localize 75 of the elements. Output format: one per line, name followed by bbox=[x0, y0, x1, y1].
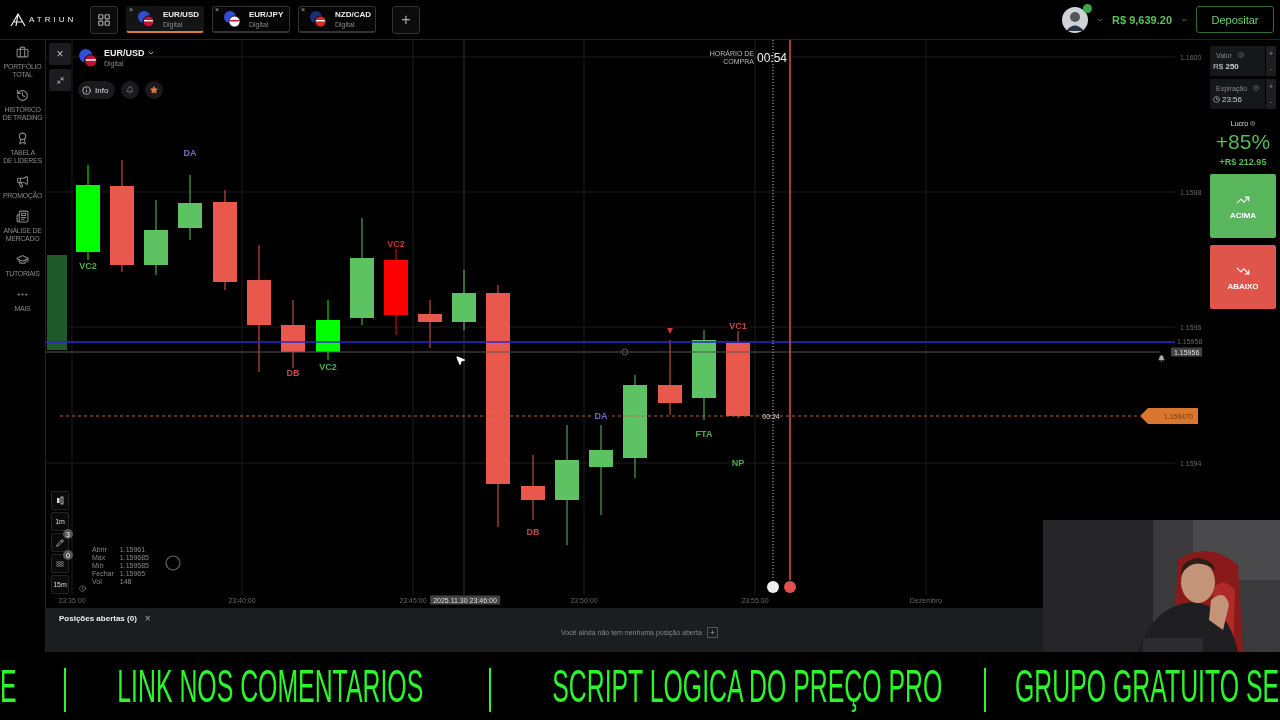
expiry-icon[interactable] bbox=[784, 581, 796, 593]
bell-icon bbox=[126, 86, 135, 94]
annotation-label: VC2 bbox=[318, 362, 338, 372]
wave-icon bbox=[56, 559, 64, 568]
tab-pair: NZD/CAD bbox=[335, 10, 371, 19]
help-icon[interactable] bbox=[1237, 52, 1244, 58]
candle-icon bbox=[56, 496, 64, 505]
loading-icon bbox=[165, 555, 181, 571]
medal-icon[interactable] bbox=[16, 132, 29, 145]
verified-icon bbox=[1083, 3, 1093, 13]
flag-icon bbox=[309, 10, 327, 28]
annotation-label: DB bbox=[285, 368, 301, 378]
info-button[interactable]: Info bbox=[78, 81, 116, 99]
caret-icon bbox=[146, 49, 155, 57]
logo-text: ATRIUN bbox=[29, 15, 77, 24]
annotation-label: DA bbox=[593, 411, 609, 421]
candle bbox=[281, 299, 305, 371]
purchase-icon[interactable] bbox=[767, 581, 779, 593]
expiration-value: 23:56 bbox=[1222, 94, 1243, 104]
flag-icon bbox=[223, 10, 241, 28]
add-tab-button[interactable]: + bbox=[392, 5, 420, 34]
banner-text: GRUPO GRATUITO SE bbox=[1015, 663, 1280, 709]
marker-icon bbox=[667, 328, 673, 334]
cursor-icon bbox=[455, 355, 466, 366]
flag-icon bbox=[137, 10, 155, 28]
logo-icon bbox=[10, 12, 26, 27]
tab-pair: EUR/USD bbox=[163, 10, 199, 19]
point-icon bbox=[621, 348, 629, 356]
help-icon[interactable] bbox=[1253, 85, 1260, 91]
annotation-label: DA bbox=[182, 148, 198, 158]
shrink-icon bbox=[55, 75, 65, 85]
banner-text: LINK NOS COMENTARIOS bbox=[117, 663, 423, 709]
balance[interactable]: R$ 9,639.20 bbox=[1112, 13, 1172, 26]
profit-percent: +85% bbox=[1214, 130, 1272, 154]
sell-button[interactable]: ABAIXO bbox=[1210, 245, 1276, 309]
candle bbox=[178, 174, 202, 241]
megaphone-icon[interactable] bbox=[16, 175, 29, 188]
asset-name[interactable]: EUR/USD bbox=[104, 48, 155, 58]
purchase-timer: 00:54 bbox=[757, 51, 788, 65]
close-button[interactable]: × bbox=[144, 613, 151, 624]
chart-type-button[interactable] bbox=[51, 491, 69, 510]
candle bbox=[452, 269, 476, 331]
annotation-label: VC1 bbox=[728, 321, 748, 331]
add-position-button[interactable]: + bbox=[706, 627, 718, 638]
shrink-button[interactable] bbox=[49, 69, 71, 91]
annotation-label: FTA bbox=[694, 429, 714, 439]
banner-text: E bbox=[0, 663, 17, 709]
grid-button[interactable] bbox=[90, 5, 118, 34]
candle bbox=[418, 299, 442, 349]
candle bbox=[316, 299, 340, 361]
clock-icon bbox=[1213, 95, 1220, 103]
annotation-label: DB bbox=[525, 527, 541, 537]
amount-value: R$ 250 bbox=[1213, 61, 1240, 71]
avatar-icon[interactable] bbox=[1062, 6, 1089, 33]
flag-icon bbox=[78, 48, 98, 68]
bell-icon[interactable] bbox=[1158, 355, 1165, 362]
deposit-button[interactable]: Depositar bbox=[1196, 6, 1274, 33]
positions-title[interactable]: Posições abertas (0) bbox=[59, 614, 137, 623]
alert-button[interactable] bbox=[121, 81, 140, 99]
pencil-icon bbox=[56, 538, 64, 547]
tab-pair: EUR/JPY bbox=[249, 10, 284, 19]
profit-amount: +R$ 212.95 bbox=[1218, 157, 1268, 167]
favorite-button[interactable] bbox=[145, 81, 164, 99]
grid-icon bbox=[97, 12, 111, 27]
history-icon[interactable] bbox=[16, 89, 29, 102]
newspaper-icon[interactable] bbox=[16, 210, 29, 223]
annotation-label: VC2 bbox=[386, 239, 406, 249]
briefcase-icon[interactable] bbox=[16, 46, 29, 59]
candle bbox=[521, 454, 545, 521]
close-button[interactable]: × bbox=[49, 43, 71, 65]
annotation-label: NP bbox=[730, 458, 746, 468]
graduation-cap-icon[interactable] bbox=[16, 253, 29, 266]
info-icon bbox=[82, 85, 91, 95]
star-icon bbox=[150, 86, 159, 94]
annotation-label: VC2 bbox=[78, 261, 98, 271]
